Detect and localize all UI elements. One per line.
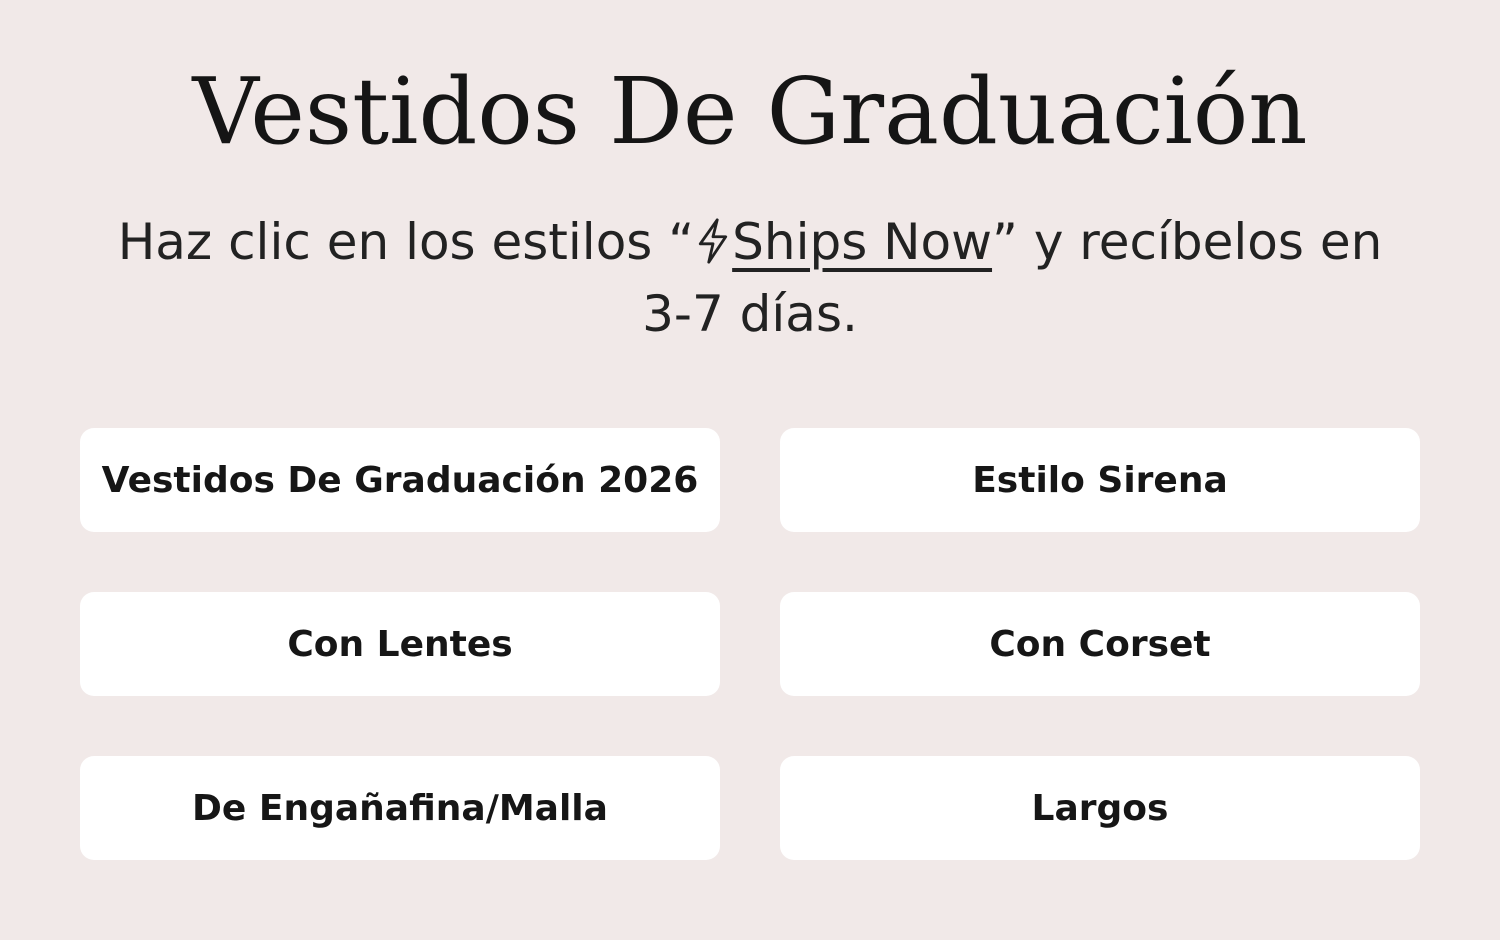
ships-now-subtitle: Haz clic en los estilos “Ships Now” y re…: [100, 206, 1400, 350]
ships-now-link[interactable]: Ships Now: [732, 213, 992, 271]
category-card-largos[interactable]: Largos: [780, 756, 1420, 860]
page-title: Vestidos De Graduación: [192, 58, 1308, 165]
category-card-con-lentes[interactable]: Con Lentes: [80, 592, 720, 696]
subtitle-text-before: Haz clic en los estilos “: [117, 213, 695, 271]
category-card-graduacion-2026[interactable]: Vestidos De Graduación 2026: [80, 428, 720, 532]
category-grid: Vestidos De Graduación 2026 Estilo Siren…: [80, 428, 1420, 860]
lightning-bolt-icon: [696, 212, 730, 264]
category-card-enganafina-malla[interactable]: De Engañafina/Malla: [80, 756, 720, 860]
category-card-con-corset[interactable]: Con Corset: [780, 592, 1420, 696]
category-card-estilo-sirena[interactable]: Estilo Sirena: [780, 428, 1420, 532]
